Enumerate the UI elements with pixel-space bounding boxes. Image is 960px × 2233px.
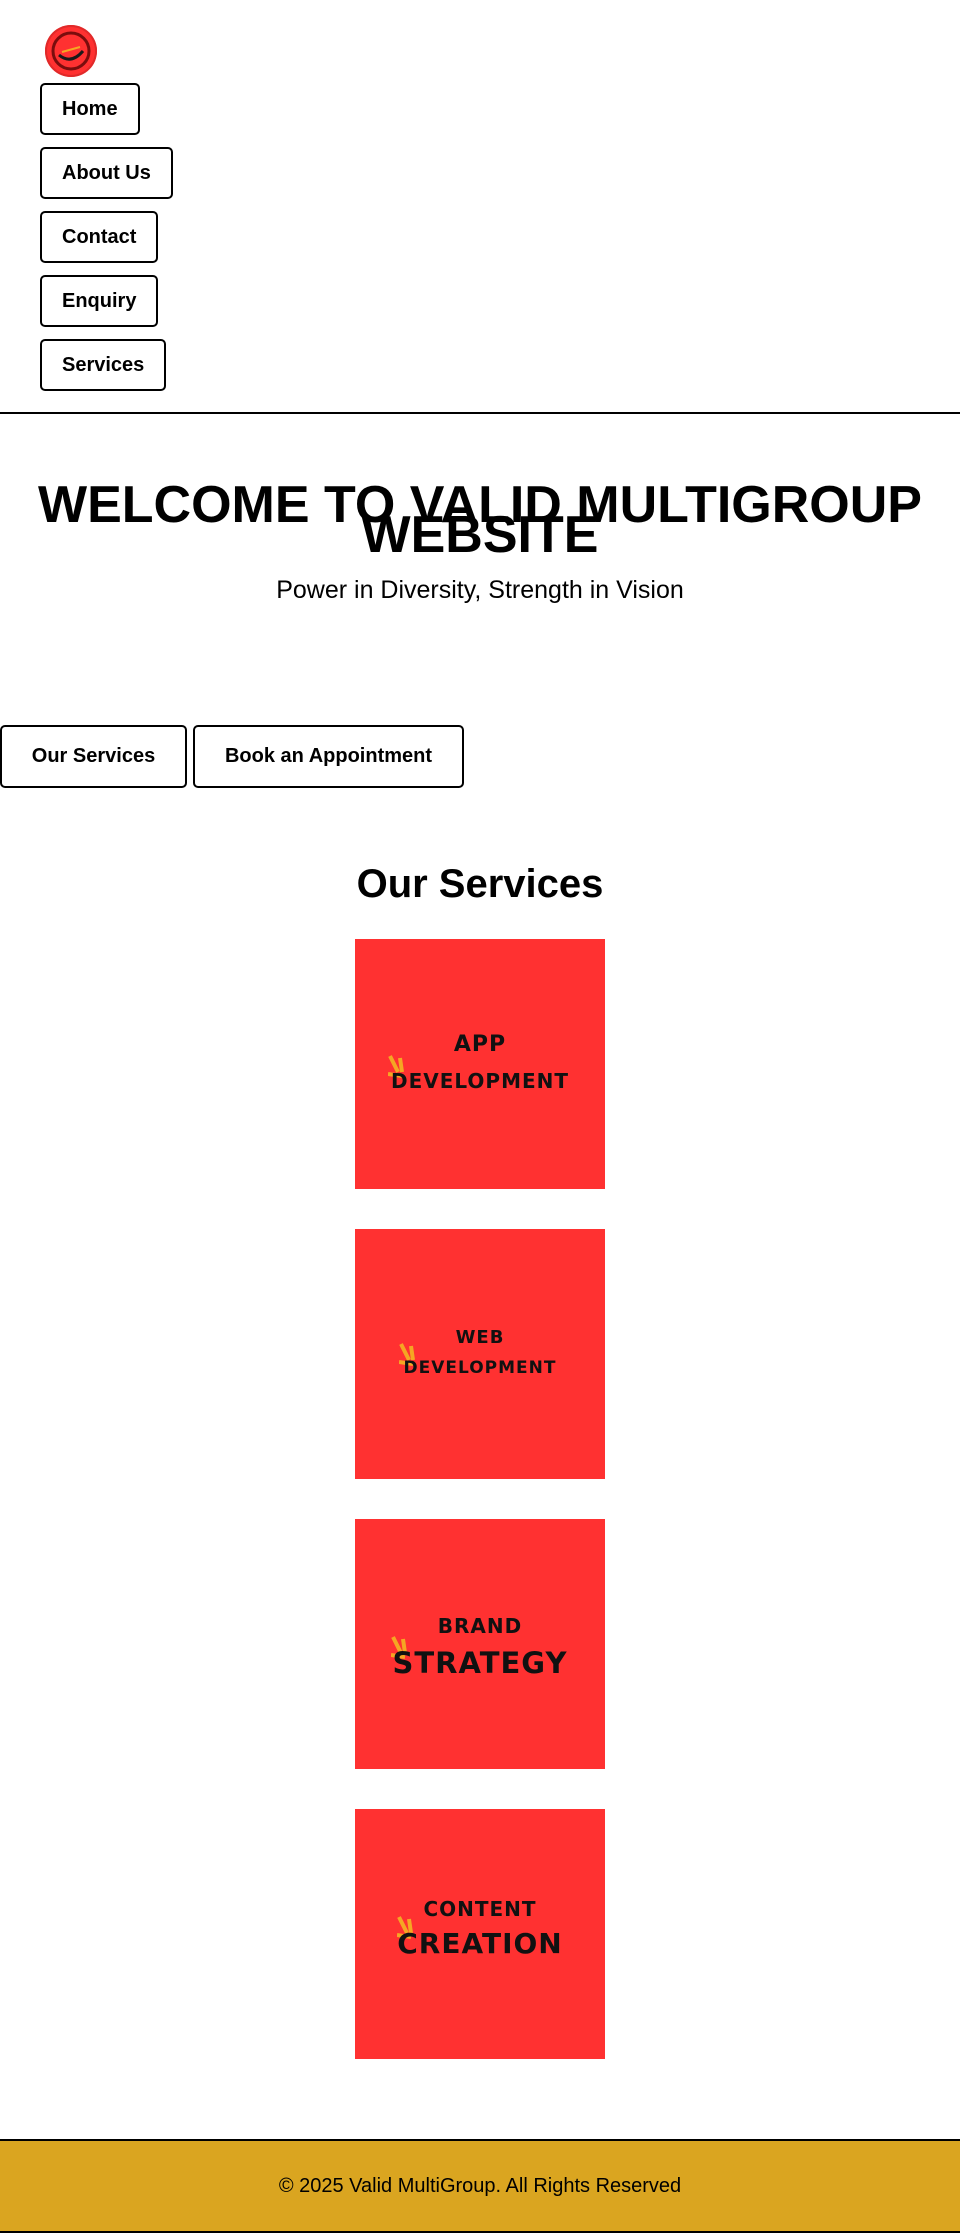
nav-enquiry-button[interactable]: Enquiry xyxy=(40,275,159,327)
header-divider xyxy=(0,412,960,414)
services-title: Our Services xyxy=(356,862,604,906)
service-card-app-development[interactable]: APP DEVELOPMENT xyxy=(355,939,605,1189)
service-card-subtitle: DEVELOPMENT xyxy=(390,1069,570,1093)
nav-home-button[interactable]: Home xyxy=(40,83,140,135)
service-card-title: CONTENT xyxy=(423,1897,537,1921)
service-card-subtitle: DEVELOPMENT xyxy=(403,1358,557,1378)
hero-title: WELCOME TO VALID MULTIGROUP WEBSITE xyxy=(0,478,960,562)
service-card-content-creation[interactable]: CONTENT CREATION xyxy=(355,1809,605,2059)
book-appointment-button[interactable]: Book an Appointment xyxy=(193,725,464,788)
logo-icon[interactable] xyxy=(45,25,97,77)
service-card-title: WEB xyxy=(455,1327,505,1348)
service-card-subtitle: STRATEGY xyxy=(392,1646,568,1680)
service-card-brand-strategy[interactable]: BRAND STRATEGY xyxy=(355,1519,605,1769)
service-card-subtitle: CREATION xyxy=(397,1927,563,1960)
service-card-web-development[interactable]: WEB DEVELOPMENT xyxy=(355,1229,605,1479)
our-services-button[interactable]: Our Services xyxy=(0,725,187,788)
footer-copyright: © 2025 Valid MultiGroup. All Rights Rese… xyxy=(278,2175,682,2197)
footer: © 2025 Valid MultiGroup. All Rights Rese… xyxy=(0,2139,960,2233)
nav-contact-button[interactable]: Contact xyxy=(40,211,159,263)
nav-services-button[interactable]: Services xyxy=(40,339,167,391)
service-card-title: APP xyxy=(453,1032,507,1057)
hero-subtitle: Power in Diversity, Strength in Vision xyxy=(276,576,684,604)
service-card-title: BRAND xyxy=(437,1614,523,1638)
nav-about-button[interactable]: About Us xyxy=(40,147,173,199)
